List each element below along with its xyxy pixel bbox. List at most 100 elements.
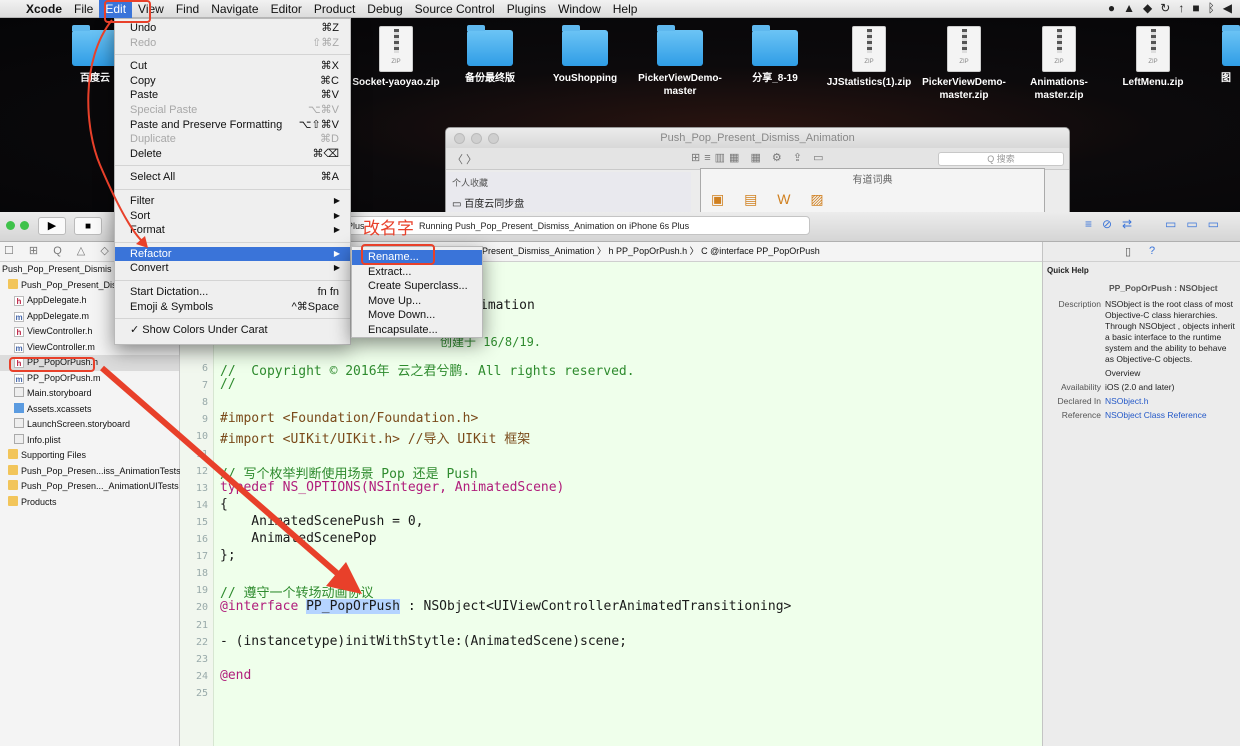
menu-source-control[interactable]: Source Control — [409, 0, 501, 18]
selected-class-name[interactable]: PP_PopOrPush — [306, 599, 401, 615]
desktop-item-1[interactable]: ZIP Socket-yaoyao.zip — [350, 22, 442, 89]
desktop-item-5[interactable]: 分享_8-19 — [729, 18, 821, 85]
finder-search-input[interactable]: Q 搜索 — [938, 152, 1064, 166]
desktop-item-7[interactable]: ZIP PickerViewDemo-master.zip — [918, 22, 1010, 102]
desktop-folder-baiduyun[interactable]: 百度云 — [70, 18, 120, 85]
line-number: 24 — [195, 670, 208, 682]
desktop-item-10[interactable]: 图 — [1212, 18, 1240, 85]
edit-menu-item[interactable]: ✓ Show Colors Under Carat — [115, 323, 350, 338]
desktop-item-4[interactable]: PickerViewDemo-master — [634, 18, 726, 98]
refactor-menu-item[interactable]: Encapsulate... — [352, 323, 482, 338]
bluetooth-icon[interactable]: ᛒ — [1208, 1, 1215, 15]
apple-menu-icon[interactable] — [0, 0, 20, 18]
menu-xcode[interactable]: Xcode — [20, 0, 68, 18]
edit-menu-item[interactable]: Delete ⌘⌫ — [115, 147, 350, 162]
desktop-item-6[interactable]: ZIP JJStatistics(1).zip — [823, 22, 915, 89]
edit-menu-item[interactable]: Format ▶ — [115, 223, 350, 238]
notification-icon[interactable]: ◆ — [1143, 1, 1152, 15]
panel-toggle-icons[interactable]: ▭▭▭ — [1165, 217, 1229, 231]
line-number: 16 — [195, 534, 208, 545]
quick-help-icon[interactable]: ? — [1149, 245, 1155, 257]
edit-menu-item[interactable]: Paste and Preserve Formatting ⌥⇧⌘V — [115, 118, 350, 133]
menu-debug[interactable]: Debug — [361, 0, 408, 18]
navigator-item[interactable]: Info.plist — [0, 433, 179, 449]
navigator-item[interactable]: Products — [0, 495, 179, 511]
menu-item-shortcut: ⌘Z — [321, 22, 339, 34]
run-button[interactable]: ▶ — [38, 217, 66, 235]
view-mode-icons[interactable]: ⊞≡▥▦ ▦ ⚙ ⇪ ▭ — [691, 151, 828, 164]
menu-navigate[interactable]: Navigate — [205, 0, 264, 18]
edit-menu-item[interactable]: Undo ⌘Z — [115, 21, 350, 36]
menu-product[interactable]: Product — [308, 0, 361, 18]
youdao-toolbar-icons[interactable]: ▣ ▤ W ▨ — [711, 191, 832, 208]
editor-mode-icons[interactable]: ≡⊘⇄ — [1085, 217, 1142, 231]
sync-icon[interactable]: ↻ — [1160, 1, 1170, 15]
stop-button[interactable]: ■ — [74, 217, 102, 235]
folder-icon — [8, 480, 18, 490]
upload-icon[interactable]: ↑ — [1178, 1, 1184, 15]
evernote-icon[interactable]: ■ — [1192, 1, 1199, 15]
minimize-button[interactable] — [471, 133, 482, 144]
close-button[interactable] — [454, 133, 465, 144]
folder-icon — [8, 464, 18, 475]
menu-window[interactable]: Window — [552, 0, 607, 18]
edit-menu-item[interactable]: Paste ⌘V — [115, 88, 350, 103]
fullscreen-button[interactable] — [20, 221, 29, 230]
menu-item-label: ✓ Show Colors Under Carat — [130, 324, 268, 337]
desktop-item-2[interactable]: 备份最终版 — [444, 18, 536, 85]
menu-item-label: Paste and Preserve Formatting — [130, 118, 283, 131]
zoom-button[interactable] — [6, 221, 15, 230]
edit-menu-item[interactable]: Sort ▶ — [115, 209, 350, 224]
menu-plugins[interactable]: Plugins — [501, 0, 552, 18]
navigator-item[interactable]: Assets.xcassets — [0, 402, 179, 418]
code-line: { — [220, 496, 228, 512]
menu-separator — [115, 54, 350, 56]
edit-menu-item[interactable]: Filter ▶ — [115, 194, 350, 209]
file-inspector-icon[interactable]: ▯ — [1125, 245, 1131, 258]
menu-item-shortcut: ⌥⇧⌘V — [298, 118, 339, 131]
refactor-menu-item[interactable]: Extract... — [352, 265, 482, 280]
edit-menu-item[interactable]: Start Dictation... fn fn — [115, 285, 350, 300]
navigator-item-label: Info.plist — [27, 434, 61, 445]
edit-menu-item[interactable]: Convert ▶ — [115, 261, 350, 276]
edit-menu-item[interactable]: Refactor ▶ — [115, 246, 350, 262]
back-forward-icon[interactable]: 〈 〉 — [452, 151, 477, 167]
youdao-window: 有道词典 ▣ ▤ W ▨ — [700, 168, 1045, 218]
edit-menu-item[interactable]: Cut ⌘X — [115, 59, 350, 74]
file-icon — [14, 433, 24, 444]
menu-item-shortcut: ⌘X — [320, 60, 339, 73]
quick-help-value[interactable]: NSObject.h — [1105, 396, 1235, 407]
desktop-item-3[interactable]: YouShopping — [539, 18, 631, 85]
desktop-item-9[interactable]: ZIP LeftMenu.zip — [1107, 22, 1199, 89]
menu-item-label: Sort — [130, 209, 151, 222]
navigator-item[interactable]: m PP_PopOrPush.m — [0, 371, 179, 387]
desktop-item-8[interactable]: ZIP Animations-master.zip — [1013, 22, 1105, 102]
navigator-item[interactable]: Push_Pop_Presen...iss_AnimationTests — [0, 464, 181, 480]
menu-file[interactable]: File — [68, 0, 99, 18]
navigator-item[interactable]: LaunchScreen.storyboard — [0, 417, 179, 433]
line-number: 7 — [201, 380, 208, 392]
bell-icon[interactable]: ▲ — [1123, 1, 1135, 15]
edit-menu-item[interactable]: Copy ⌘C — [115, 74, 350, 89]
edit-menu-highlight-box — [104, 0, 151, 23]
zip-file-icon: ZIP — [1042, 26, 1076, 72]
zoom-button[interactable] — [488, 133, 499, 144]
menu-help[interactable]: Help — [607, 0, 644, 18]
menu-editor[interactable]: Editor — [265, 0, 308, 18]
navigator-item[interactable]: Supporting Files — [0, 448, 179, 464]
refactor-menu-item[interactable]: Move Up... — [352, 294, 482, 309]
quick-help-header: Quick Help — [1047, 266, 1089, 275]
refactor-menu-item[interactable]: Create Superclass... — [352, 279, 482, 294]
volume-icon[interactable]: ◀ — [1223, 1, 1232, 15]
sidebar-item-baidu[interactable]: ▭ 百度云同步盘 — [452, 195, 685, 210]
navigator-item[interactable]: Push_Pop_Presen..._AnimationUITests — [0, 479, 179, 495]
folder-icon — [752, 25, 798, 66]
edit-menu-item[interactable]: Select All ⌘A — [115, 170, 350, 185]
menu-find[interactable]: Find — [170, 0, 205, 18]
file-icon — [14, 418, 24, 428]
navigator-item[interactable]: Main.storyboard — [0, 386, 179, 402]
wechat-icon[interactable]: ● — [1108, 1, 1115, 15]
quick-help-value[interactable]: NSObject Class Reference — [1105, 410, 1235, 421]
refactor-menu-item[interactable]: Move Down... — [352, 308, 482, 323]
edit-menu-item[interactable]: Emoji & Symbols ^⌘Space — [115, 300, 350, 315]
